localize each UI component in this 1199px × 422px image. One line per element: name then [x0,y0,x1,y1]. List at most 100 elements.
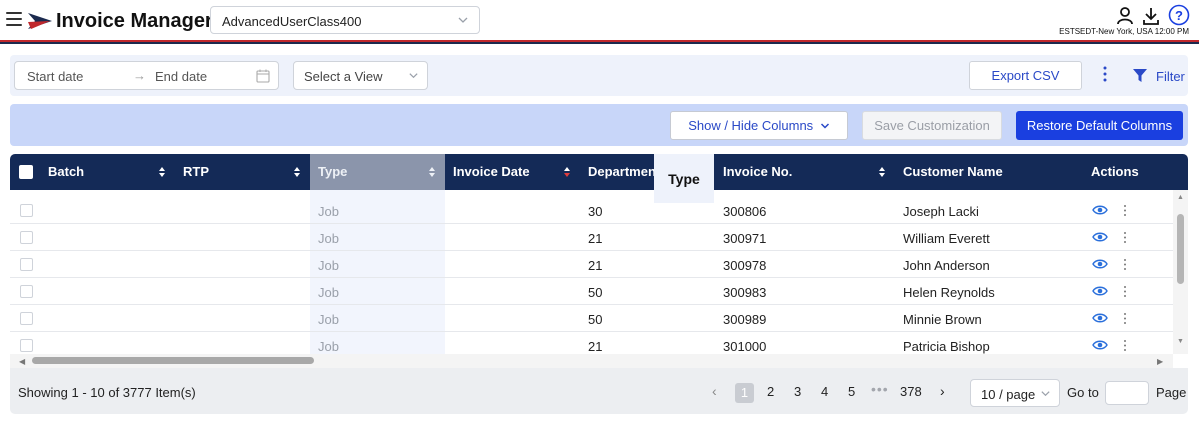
select-all-checkbox[interactable] [19,165,33,179]
page-size-value: 10 / page [981,387,1036,402]
column-header-batch[interactable]: Batch [40,154,175,190]
row-checkbox[interactable] [20,258,33,271]
invoice-table: Batch RTP Type Invoice Date Department I… [10,154,1188,414]
chevron-down-icon [820,123,829,129]
svg-text:?: ? [1175,8,1183,23]
page-button-1[interactable]: 1 [735,383,754,403]
next-page-button[interactable]: › [940,383,945,399]
scroll-up-icon[interactable]: ▲ [1177,194,1184,201]
column-label: RTP [183,164,209,179]
column-header-invoice-no[interactable]: Invoice No. [715,154,895,190]
end-date-input[interactable]: End date [155,69,207,84]
department-cell: 50 [588,285,603,300]
row-checkbox[interactable] [20,312,33,325]
page-button-3[interactable]: 3 [794,384,801,399]
user-class-select[interactable]: AdvancedUserClass400 [210,6,480,34]
column-header-type[interactable]: Type [310,154,445,190]
row-more-icon[interactable] [1122,231,1128,244]
dragging-column-header[interactable]: Type [654,154,714,203]
download-icon[interactable] [1141,6,1161,26]
view-select[interactable]: Select a View [293,61,428,90]
type-cell: Job [318,231,339,246]
department-cell: 50 [588,312,603,327]
row-checkbox[interactable] [20,285,33,298]
scroll-down-icon[interactable]: ▼ [1177,338,1184,345]
filter-icon [1133,69,1147,82]
table-row[interactable]: Job 50 300989 Minnie Brown [10,305,1173,332]
menu-icon[interactable] [6,12,22,26]
invoice-no-cell: 300806 [723,204,767,219]
column-header-rtp[interactable]: RTP [175,154,310,190]
table-footer: Showing 1 - 10 of 3777 Item(s) ‹ 1 2 3 4… [10,368,1188,414]
sort-icon[interactable] [563,166,571,178]
column-customization-bar: Show / Hide Columns Save Customization R… [10,104,1188,146]
sort-icon[interactable] [878,166,886,178]
eye-icon[interactable] [1092,230,1108,244]
page-button-last[interactable]: 378 [900,384,922,399]
user-icon[interactable] [1115,6,1135,26]
show-hide-label: Show / Hide Columns [688,118,814,133]
vertical-scrollbar[interactable]: ▲ ▼ [1173,190,1188,354]
export-csv-button[interactable]: Export CSV [969,61,1082,90]
row-checkbox[interactable] [20,204,33,217]
eye-icon[interactable] [1092,311,1108,325]
department-cell: 21 [588,258,603,273]
column-label: Department [588,164,661,179]
column-label: Invoice No. [723,164,793,179]
table-row[interactable]: Job 21 300978 John Anderson [10,251,1173,278]
invoice-no-cell: 300983 [723,285,767,300]
horizontal-scrollbar[interactable]: ◀ ▶ [10,354,1173,368]
goto-page-input[interactable] [1105,381,1149,405]
table-row[interactable]: Job 50 300983 Helen Reynolds [10,278,1173,305]
horizontal-scroll-thumb[interactable] [32,357,314,364]
page-ellipsis[interactable]: ••• [871,381,889,397]
start-date-input[interactable]: Start date [27,69,83,84]
row-more-icon[interactable] [1122,339,1128,352]
column-label: Invoice Date [453,164,530,179]
scroll-right-icon[interactable]: ▶ [1157,357,1163,366]
table-row[interactable]: Job 21 301000 Patricia Bishop [10,332,1173,354]
table-row[interactable]: Job 30 300806 Joseph Lacki [10,197,1173,224]
row-checkbox[interactable] [20,339,33,352]
page-size-select[interactable]: 10 / page [970,379,1060,407]
row-more-icon[interactable] [1122,285,1128,298]
type-cell: Job [318,339,339,354]
customer-name-cell: Helen Reynolds [903,285,995,300]
eye-icon[interactable] [1092,338,1108,352]
type-cell: Job [318,204,339,219]
type-cell: Job [318,312,339,327]
column-header-customer-name[interactable]: Customer Name [895,154,1075,190]
row-checkbox[interactable] [20,231,33,244]
sort-icon[interactable] [428,166,436,178]
sort-icon[interactable] [158,166,166,178]
eye-icon[interactable] [1092,284,1108,298]
help-icon[interactable]: ? [1168,4,1190,26]
type-cell: Job [318,285,339,300]
eye-icon[interactable] [1092,203,1108,217]
invoice-no-cell: 300971 [723,231,767,246]
row-more-icon[interactable] [1122,204,1128,217]
scroll-left-icon[interactable]: ◀ [19,357,25,366]
column-header-invoice-date[interactable]: Invoice Date [445,154,580,190]
header-stripe [0,40,1199,44]
date-range-picker[interactable]: Start date → End date [14,61,279,90]
show-hide-columns-button[interactable]: Show / Hide Columns [670,111,848,140]
column-label: Actions [1091,164,1139,179]
prev-page-button[interactable]: ‹ [712,383,717,399]
eye-icon[interactable] [1092,257,1108,271]
goto-label: Go to [1067,385,1099,400]
sort-icon[interactable] [293,166,301,178]
table-row[interactable]: Job 21 300971 William Everett [10,224,1173,251]
more-options-icon[interactable] [1100,65,1110,85]
chevron-down-icon [409,73,418,79]
vertical-scroll-thumb[interactable] [1177,214,1184,284]
save-customization-button[interactable]: Save Customization [862,111,1002,140]
view-select-value: Select a View [304,69,383,84]
page-button-5[interactable]: 5 [848,384,855,399]
row-more-icon[interactable] [1122,258,1128,271]
row-more-icon[interactable] [1122,312,1128,325]
app-title: Invoice Manager [56,10,213,32]
restore-default-columns-button[interactable]: Restore Default Columns [1016,111,1183,140]
page-button-2[interactable]: 2 [767,384,774,399]
page-button-4[interactable]: 4 [821,384,828,399]
